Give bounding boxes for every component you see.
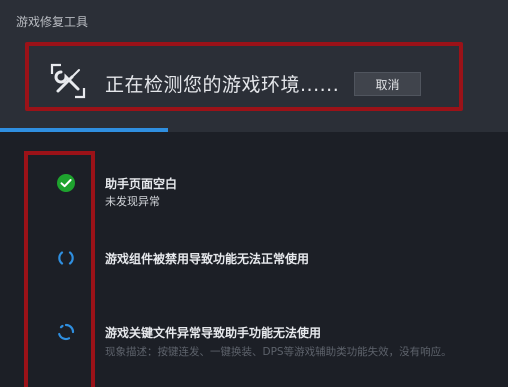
progress-fill xyxy=(0,128,168,132)
item-title: 助手页面空白 xyxy=(105,177,178,191)
spinner-icon xyxy=(58,251,74,265)
cancel-button[interactable]: 取消 xyxy=(354,72,421,96)
status-message: 正在检测您的游戏环境...... xyxy=(105,74,340,96)
repair-tool-window: 游戏修复工具 正在检测您的游戏环境...... 取消 助手页面空白 未发现异常 … xyxy=(0,0,508,387)
item-description: 未发现异常 xyxy=(105,195,160,208)
progress-bar xyxy=(0,128,508,132)
item-title: 游戏组件被禁用导致功能无法正常使用 xyxy=(105,252,310,266)
spinner-icon xyxy=(58,323,75,341)
wrench-screwdriver-icon xyxy=(50,63,86,99)
item-title: 游戏关键文件异常导致助手功能无法使用 xyxy=(105,326,322,340)
window-title: 游戏修复工具 xyxy=(16,15,89,29)
item-description: 现象描述：按键连发、一键换装、DPS等游戏辅助类功能失效，没有响应。 xyxy=(105,346,452,358)
check-circle-icon xyxy=(57,174,75,192)
